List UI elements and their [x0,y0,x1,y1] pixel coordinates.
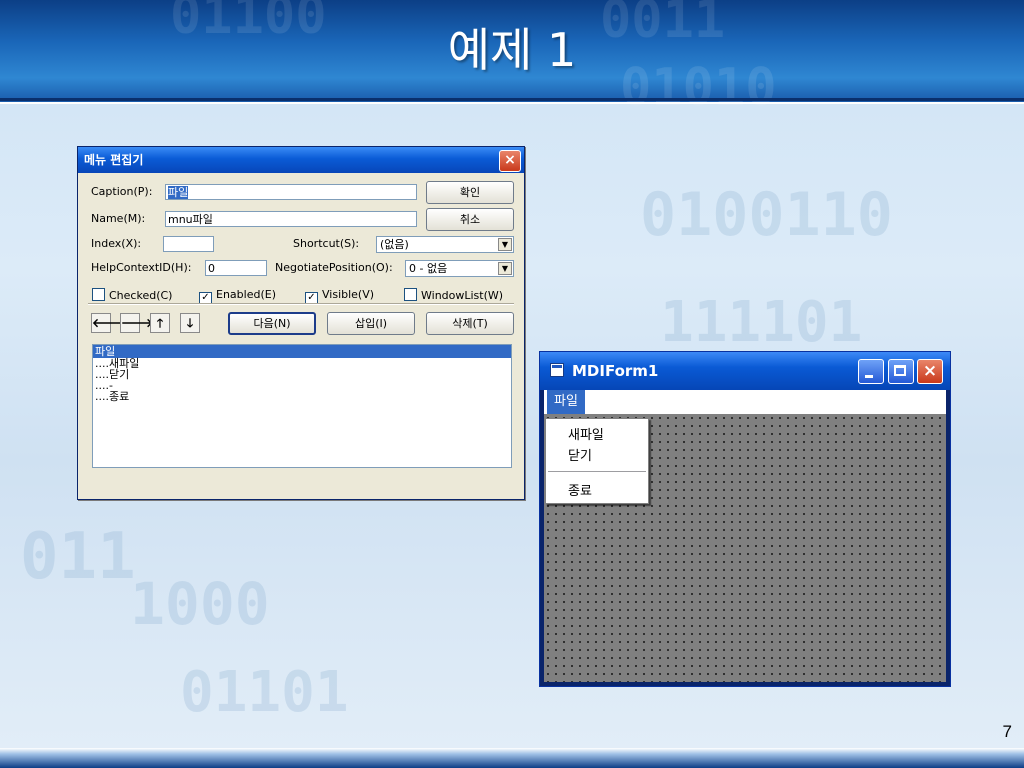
checkbox-box [404,288,417,301]
caption-label: Caption(P): [91,185,153,198]
list-item[interactable]: 파일 [93,345,511,358]
slide-footer-band [0,748,1024,768]
close-icon: × [504,152,516,168]
slide-title: 예제 1 [447,23,577,77]
checkbox-box [92,288,105,301]
background-decoration: 1000 [130,570,270,638]
list-item[interactable]: ....새파일 [93,358,511,369]
chevron-down-icon[interactable]: ▼ [498,262,512,275]
mdi-title: MDIForm1 [572,362,659,380]
maximize-button[interactable] [888,359,914,384]
help-context-id-input[interactable]: 0 [205,260,267,276]
enabled-label: Enabled(E) [216,288,276,301]
divider [88,303,514,305]
arrow-down-icon: 🡓 [186,316,194,330]
mdi-titlebar[interactable]: MDIForm1 × [540,352,950,390]
name-input[interactable]: mnu파일 [165,211,417,227]
background-decoration: 111101 [660,290,863,355]
form-icon [550,363,564,377]
menu-item-exit[interactable]: 종료 [568,480,592,499]
header-stripe [0,98,1024,101]
index-label: Index(X): [91,237,142,250]
negotiate-position-value: 0 - 없음 [409,262,448,275]
shortcut-value: (없음) [380,238,409,251]
next-button[interactable]: 다음(N) [228,312,316,335]
menu-editor-dialog: 메뉴 편집기 × Caption(P): 파일 확인 Name(M): mnu파… [77,146,525,500]
checked-label: Checked(C) [109,289,173,302]
dialog-title: 메뉴 편집기 [84,153,144,167]
delete-button[interactable]: 삭제(T) [426,312,514,335]
move-up-button[interactable]: 🡑 [150,313,170,333]
minimize-button[interactable] [858,359,884,384]
visible-label: Visible(V) [322,288,375,301]
caption-value: 파일 [168,186,189,199]
help-context-id-label: HelpContextID(H): [91,261,192,274]
close-button[interactable]: × [917,359,943,384]
move-right-button[interactable]: 🡒 [120,313,153,333]
mdi-form-window: MDIForm1 × 파일 새파일 닫기 종료 [539,351,951,687]
mdi-menu-bar: 파일 [544,390,946,414]
name-label: Name(M): [91,212,146,225]
background-decoration: 01101 [180,660,349,725]
dialog-titlebar[interactable]: 메뉴 편집기 × [78,147,524,173]
negotiate-position-select[interactable]: 0 - 없음 ▼ [405,260,514,277]
background-decoration: 011 [20,520,136,594]
negotiate-position-label: NegotiatePosition(O): [275,261,393,274]
arrow-up-icon: 🡑 [156,316,164,330]
chevron-down-icon[interactable]: ▼ [498,238,512,251]
move-down-button[interactable]: 🡓 [180,313,200,333]
checked-checkbox[interactable]: Checked(C) [92,288,172,302]
cancel-button[interactable]: 취소 [426,208,514,231]
menu-separator [548,471,646,472]
shortcut-select[interactable]: (없음) ▼ [376,236,514,253]
list-item[interactable]: ....종료 [93,391,511,402]
move-left-button[interactable]: 🡐 [91,313,124,333]
window-list-label: WindowList(W) [421,289,504,302]
window-list-checkbox[interactable]: WindowList(W) [404,288,503,302]
caption-input[interactable]: 파일 [165,184,417,200]
menu-item-new-file[interactable]: 새파일 [568,424,604,443]
menu-items-list[interactable]: 파일 ....새파일 ....닫기 ....- ....종료 [92,344,512,468]
insert-button[interactable]: 삽입(I) [327,312,415,335]
page-number: 7 [1002,722,1012,741]
ok-button[interactable]: 확인 [426,181,514,204]
close-icon: × [922,361,938,381]
list-item[interactable]: ....- [93,380,511,391]
file-menu-popup: 새파일 닫기 종료 [545,418,649,504]
dialog-close-button[interactable]: × [499,150,521,172]
header-stripe-light [0,102,1024,104]
menu-item-close[interactable]: 닫기 [568,445,592,464]
index-input[interactable] [163,236,214,252]
list-item[interactable]: ....닫기 [93,369,511,380]
shortcut-label: Shortcut(S): [293,237,360,250]
background-decoration: 0100110 [640,180,893,250]
arrow-right-icon: 🡒 [121,316,154,330]
menu-file[interactable]: 파일 [547,390,585,414]
